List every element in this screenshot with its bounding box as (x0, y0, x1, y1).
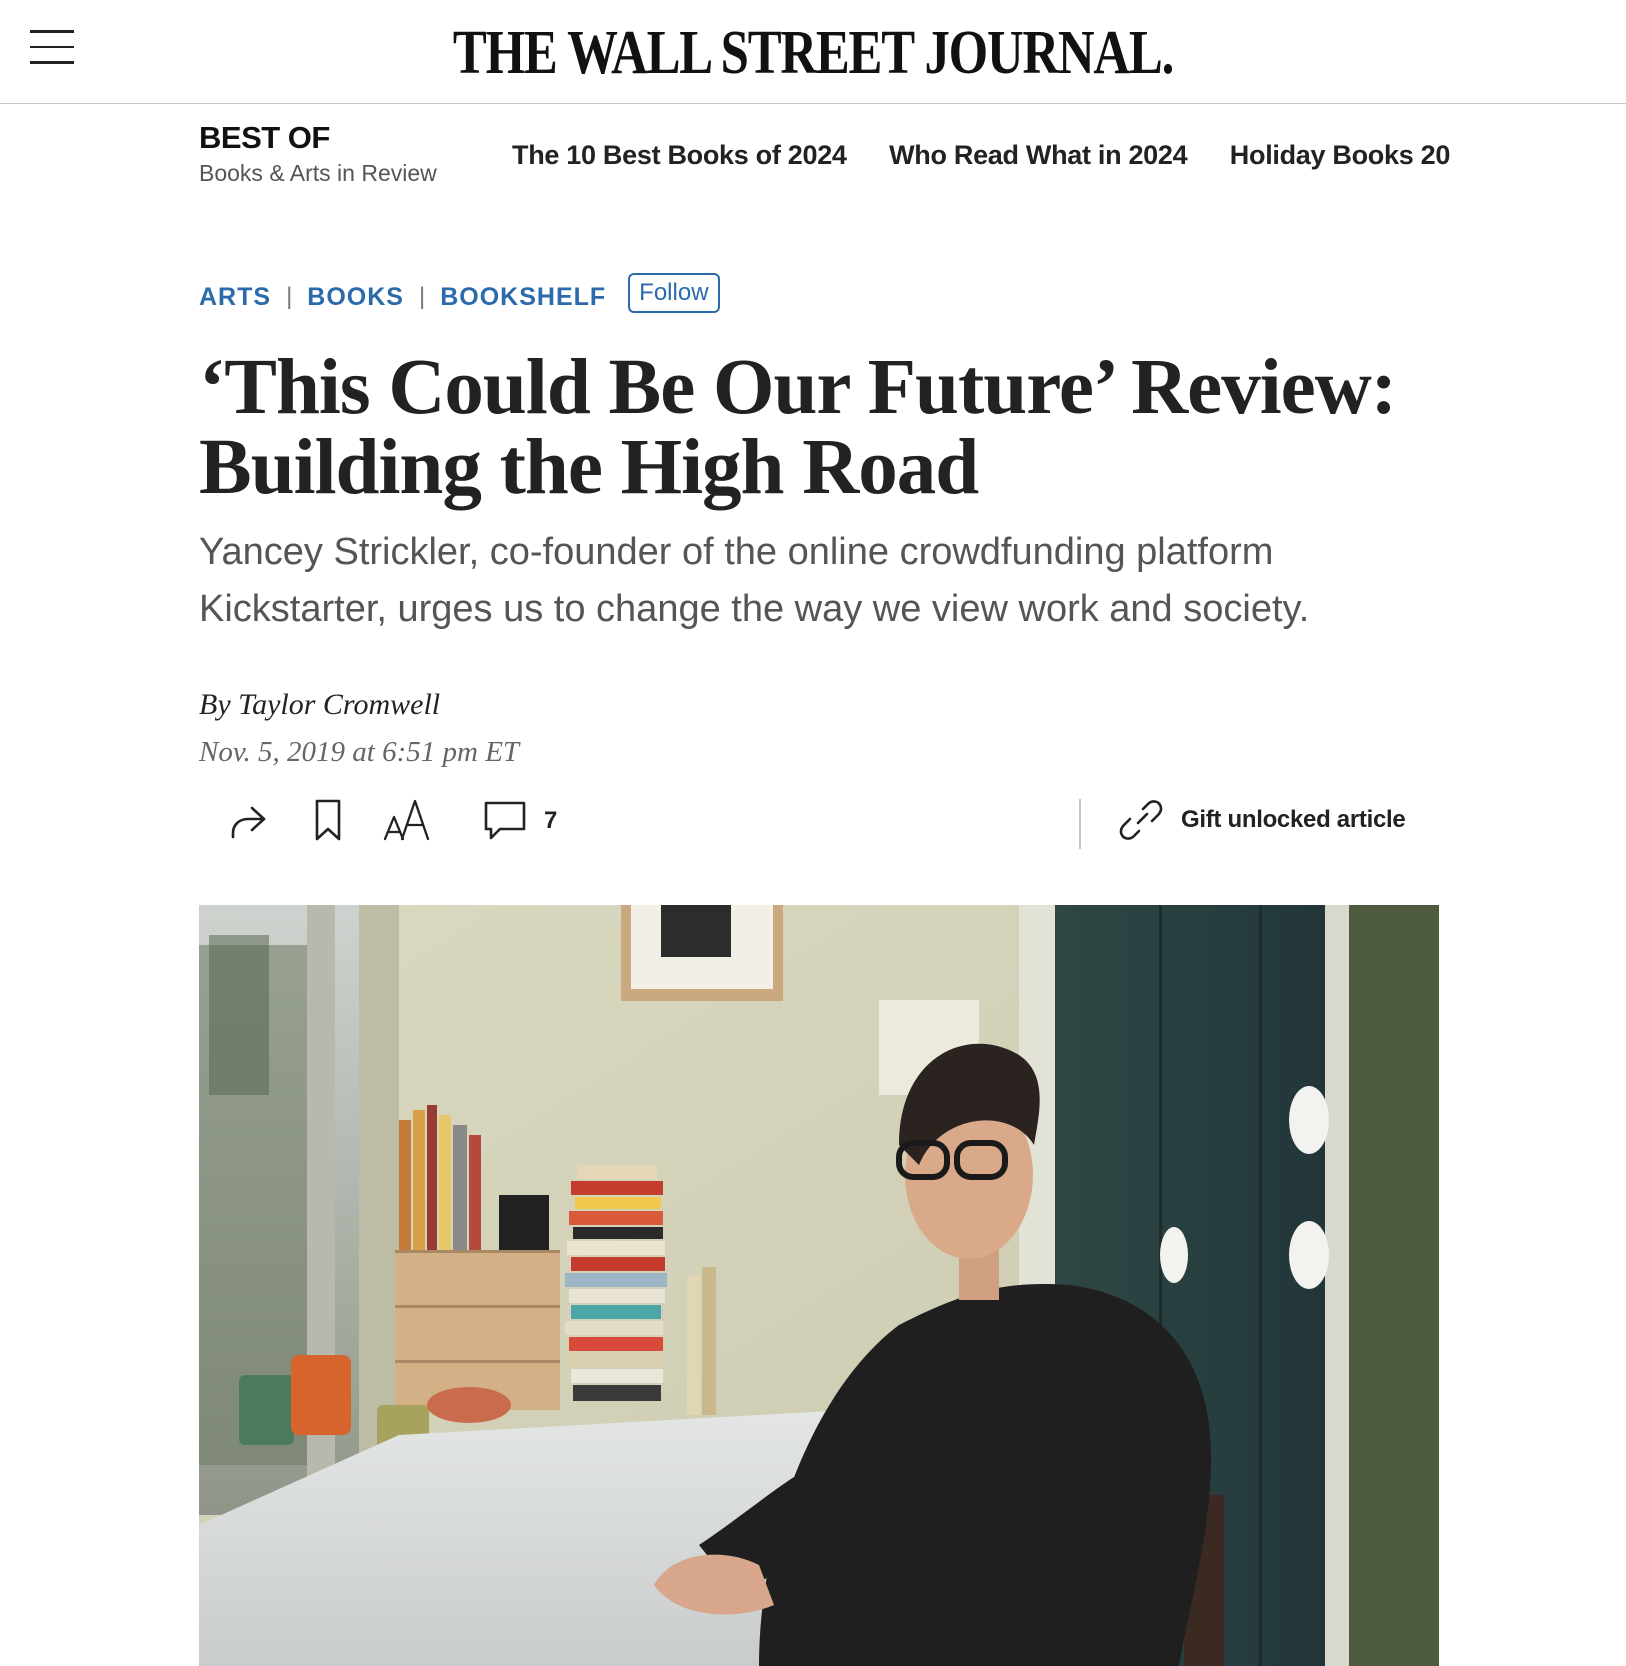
article-toolbar: 7 Gift unlocked article (199, 795, 1439, 857)
article-headline: ‘This Could Be Our Future’ Review: Build… (199, 344, 1397, 511)
author-name[interactable]: Taylor Cromwell (238, 688, 440, 721)
section-breadcrumb: ARTS | BOOKS | BOOKSHELF Follow (199, 273, 720, 317)
byline-prefix: By (199, 688, 231, 721)
bookmark-icon[interactable] (303, 795, 353, 845)
masthead: THE WALL STREET JOURNAL. (0, 0, 1626, 104)
breadcrumb-arts[interactable]: ARTS (199, 283, 271, 312)
best-of-links: The 10 Best Books of 2024 Who Read What … (512, 140, 1488, 171)
best-of-title: BEST OF (199, 120, 330, 155)
gift-article-button[interactable]: Gift unlocked article (1117, 795, 1406, 845)
wsj-logo[interactable]: THE WALL STREET JOURNAL. (146, 18, 1479, 89)
toolbar-divider (1079, 799, 1081, 849)
best-of-link-who-read-what[interactable]: Who Read What in 2024 (889, 140, 1188, 170)
breadcrumb-books[interactable]: BOOKS (307, 283, 404, 312)
article-timestamp: Nov. 5, 2019 at 6:51 pm ET (199, 736, 520, 768)
best-of-link-10-best-books[interactable]: The 10 Best Books of 2024 (512, 140, 847, 170)
hamburger-menu-icon[interactable] (30, 30, 74, 66)
gift-article-label: Gift unlocked article (1181, 806, 1406, 833)
best-of-subtitle: Books & Arts in Review (199, 160, 437, 186)
article-dek: Yancey Strickler, co-founder of the onli… (199, 531, 1310, 630)
best-of-section[interactable]: BEST OF Books & Arts in Review (199, 120, 437, 187)
comment-count[interactable]: 7 (544, 807, 557, 835)
hero-photo[interactable] (199, 905, 1439, 1666)
text-size-icon[interactable] (382, 795, 434, 845)
comment-icon[interactable] (482, 795, 528, 845)
follow-button[interactable]: Follow (628, 273, 720, 313)
breadcrumb-separator: | (418, 283, 426, 310)
share-icon[interactable] (223, 795, 273, 845)
byline: By Taylor Cromwell (199, 688, 440, 722)
best-of-link-holiday-books[interactable]: Holiday Books 20 (1230, 140, 1451, 170)
link-icon (1117, 796, 1165, 844)
breadcrumb-separator: | (286, 283, 293, 310)
breadcrumb-bookshelf[interactable]: BOOKSHELF (440, 283, 606, 312)
